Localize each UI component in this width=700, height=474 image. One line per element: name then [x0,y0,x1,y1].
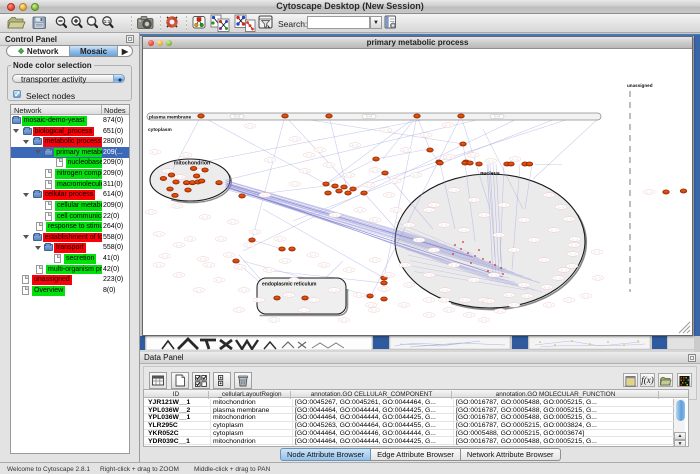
svg-text:1:1: 1:1 [104,19,111,24]
svg-text:—————————: ————————— [535,162,562,166]
svg-text:endoplasmic reticulum: endoplasmic reticulum [262,282,317,288]
svg-text:plasma membrane: plasma membrane [149,115,191,121]
svg-text:cytoplasm: cytoplasm [148,127,172,133]
svg-text:unassigned: unassigned [627,83,653,88]
